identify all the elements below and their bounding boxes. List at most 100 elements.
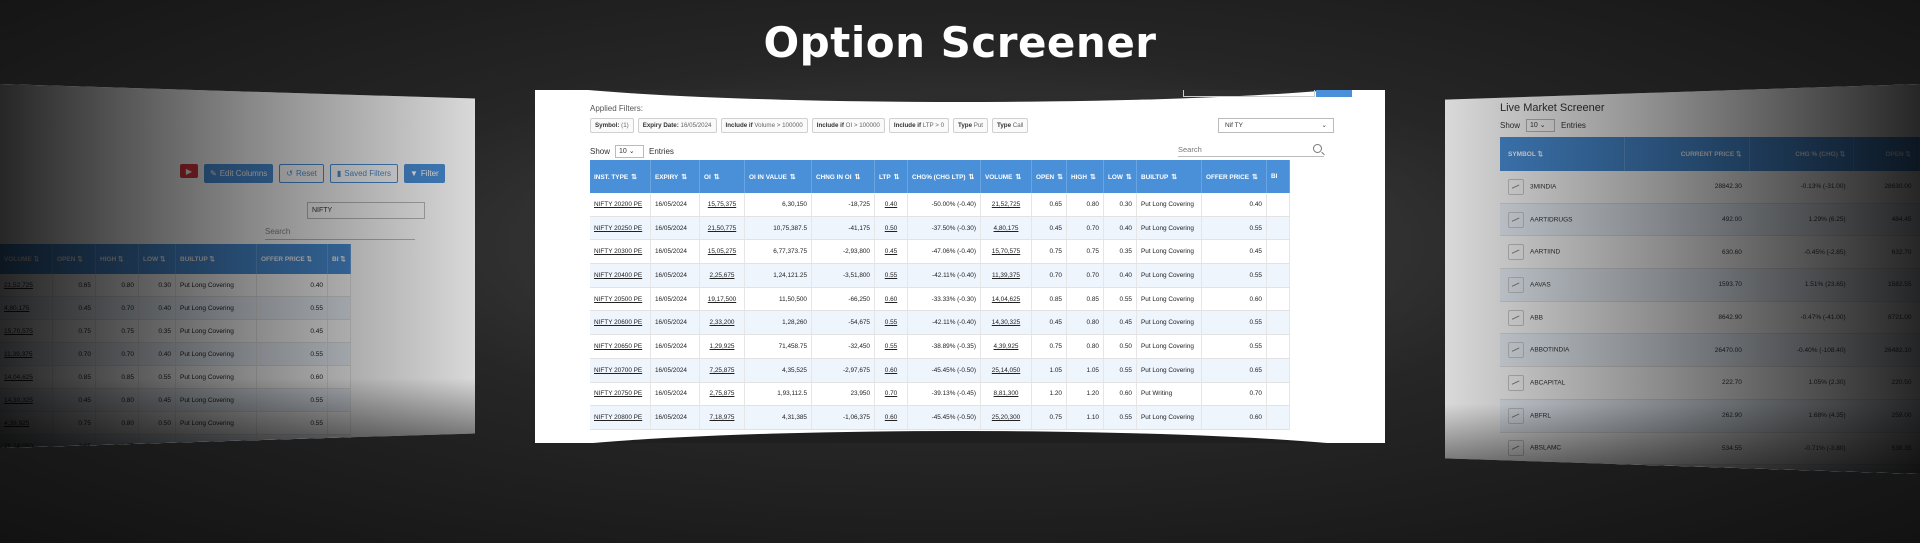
entries-select[interactable]: 10 ⌄ [615, 145, 645, 158]
table-cell[interactable]: AAVAS [1500, 268, 1625, 302]
top-button[interactable] [1316, 90, 1352, 97]
edit-columns-button[interactable]: ✎ Edit Columns [204, 164, 274, 183]
sort-icon[interactable]: ⇅ [631, 174, 637, 181]
column-header[interactable]: BI ⇅ [327, 244, 351, 274]
table-cell[interactable]: 14,04,625 [980, 287, 1032, 312]
column-header[interactable]: OFFER PRICE ⇅ [1201, 160, 1267, 193]
table-cell[interactable]: 0.40 [874, 193, 908, 217]
column-header[interactable]: CHG % (CHG) ⇅ [1749, 137, 1855, 171]
symbol-select[interactable]: Nif TY ⌄ [1218, 118, 1334, 133]
column-header[interactable]: VOLUME ⇅ [980, 160, 1032, 193]
table-cell[interactable]: 0.60 [874, 358, 908, 383]
reset-button[interactable]: ↺ Reset [279, 164, 324, 183]
saved-filters-button[interactable]: ▮ Saved Filters [329, 164, 398, 183]
column-header[interactable]: BUILTUP ⇅ [175, 244, 257, 274]
table-cell[interactable]: 2,25,675 [699, 263, 745, 288]
sort-icon[interactable]: ⇅ [1015, 174, 1021, 181]
column-header[interactable]: CURRENT PRICE ⇅ [1624, 137, 1751, 171]
table-cell[interactable]: 0.45 [874, 239, 908, 265]
table-cell[interactable]: ABB [1500, 301, 1625, 335]
column-header[interactable]: OI ⇅ [699, 160, 745, 193]
table-cell[interactable]: ABBOTINDIA [1500, 333, 1625, 368]
table-cell[interactable]: AARTIIND [1500, 235, 1625, 270]
search-input[interactable]: Search [265, 225, 415, 240]
search-input[interactable]: Search [1178, 143, 1324, 157]
column-header[interactable]: OFFER PRICE ⇅ [256, 244, 328, 274]
sort-icon[interactable]: ⇅ [855, 174, 861, 181]
sort-icon[interactable]: ⇅ [969, 174, 975, 181]
entries-select[interactable]: 10 ⌄ [1526, 119, 1556, 132]
table-cell[interactable]: 4,80,175 [980, 216, 1032, 241]
column-header[interactable]: BUILTUP ⇅ [1136, 160, 1202, 193]
table-cell[interactable]: 11,39,375 [980, 263, 1032, 288]
column-header[interactable]: LOW ⇅ [1103, 160, 1137, 193]
sort-icon[interactable]: ⇅ [790, 174, 796, 181]
table-cell[interactable]: 7,18,975 [699, 405, 745, 430]
table-cell[interactable]: 0.60 [874, 287, 908, 312]
table-cell[interactable]: ABCAPITAL [1500, 366, 1625, 400]
table-cell[interactable]: NIFTY 20800 PE [590, 405, 651, 430]
sort-icon[interactable]: ⇅ [1252, 174, 1258, 181]
column-header[interactable]: LTP ⇅ [874, 160, 908, 193]
table-cell[interactable]: NIFTY 20300 PE [590, 239, 651, 265]
top-control[interactable] [1183, 90, 1315, 97]
sort-icon[interactable]: ⇅ [894, 174, 900, 181]
table-cell[interactable]: NIFTY 20700 PE [590, 358, 651, 383]
column-header[interactable]: CHNG IN OI ⇅ [811, 160, 875, 193]
column-header[interactable]: OPEN ⇅ [1031, 160, 1067, 193]
filter-chip[interactable]: Include if LTP > 0 [888, 118, 950, 133]
table-cell[interactable]: NIFTY 20650 PE [590, 334, 651, 359]
table-cell[interactable] [1500, 464, 1625, 474]
table-cell[interactable]: NIFTY 20400 PE [590, 263, 651, 288]
column-header[interactable]: OPEN ⇅ [52, 244, 96, 274]
table-cell[interactable]: NIFTY 20600 PE [590, 310, 651, 336]
column-header[interactable]: EXPIRY ⇅ [650, 160, 700, 193]
sort-icon[interactable]: ⇅ [1126, 174, 1132, 181]
table-cell[interactable]: 4,39,925 [980, 334, 1032, 359]
table-cell[interactable]: 19,17,500 [699, 287, 745, 312]
filter-chip[interactable]: Include if OI > 100000 [811, 118, 885, 133]
filter-chip[interactable]: Expiry Date: 16/05/2024 [637, 118, 717, 133]
column-header[interactable]: LOW ⇅ [138, 244, 176, 274]
table-cell[interactable]: 0.55 [874, 334, 908, 359]
table-cell[interactable]: 0.50 [874, 216, 908, 241]
column-header[interactable]: SYMBOL ⇅ [1500, 137, 1626, 171]
filter-chip[interactable]: Type Put [953, 118, 989, 133]
sort-icon[interactable]: ⇅ [1090, 174, 1096, 181]
youtube-button[interactable]: ▶ [180, 164, 198, 178]
table-cell[interactable]: 2,33,200 [699, 310, 745, 336]
table-cell[interactable]: 0.70 [874, 382, 908, 407]
table-cell[interactable]: 25,14,050 [980, 358, 1032, 383]
table-cell[interactable]: 21,52,725 [980, 193, 1032, 217]
symbol-select[interactable]: NIFTY [307, 202, 425, 219]
column-header[interactable]: OI IN VALUE ⇅ [744, 160, 812, 193]
table-cell[interactable]: 21,50,775 [699, 216, 745, 241]
table-cell[interactable]: NIFTY 20200 PE [590, 193, 651, 217]
table-cell[interactable]: 2,75,875 [699, 382, 745, 407]
filter-button[interactable]: ▼ Filter [403, 164, 445, 183]
table-cell[interactable]: 25,20,300 [980, 405, 1032, 430]
column-header[interactable]: HIGH ⇅ [1066, 160, 1104, 193]
table-cell[interactable]: 8,81,300 [980, 382, 1032, 407]
table-cell[interactable]: AARTIDRUGS [1500, 203, 1625, 237]
column-header[interactable]: HIGH ⇅ [95, 244, 139, 274]
column-header[interactable]: VOLUME ⇅ [0, 244, 53, 274]
table-cell[interactable]: NIFTY 20500 PE [590, 287, 651, 312]
table-cell[interactable]: 7,25,875 [699, 358, 745, 383]
table-cell[interactable]: 15,75,375 [699, 193, 745, 217]
sort-icon[interactable]: ⇅ [1171, 174, 1177, 181]
column-header[interactable]: BI [1266, 160, 1290, 193]
column-header[interactable]: INST. TYPE ⇅ [590, 160, 651, 193]
search-icon[interactable] [1313, 144, 1322, 153]
sort-icon[interactable]: ⇅ [714, 174, 720, 181]
table-cell[interactable]: 1,29,925 [699, 334, 745, 359]
table-cell[interactable]: NIFTY 20250 PE [590, 216, 651, 241]
column-header[interactable]: CHG% (CHG LTP) ⇅ [907, 160, 981, 193]
table-cell[interactable]: 0.60 [874, 405, 908, 430]
table-cell[interactable]: 15,05,275 [699, 239, 745, 265]
filter-chip[interactable]: Symbol: (1) [590, 118, 634, 133]
table-cell[interactable]: 15,70,575 [980, 239, 1032, 265]
column-header[interactable]: OPEN ⇅ [1853, 137, 1920, 171]
sort-icon[interactable]: ⇅ [681, 174, 687, 181]
table-cell[interactable]: 0.55 [874, 310, 908, 336]
